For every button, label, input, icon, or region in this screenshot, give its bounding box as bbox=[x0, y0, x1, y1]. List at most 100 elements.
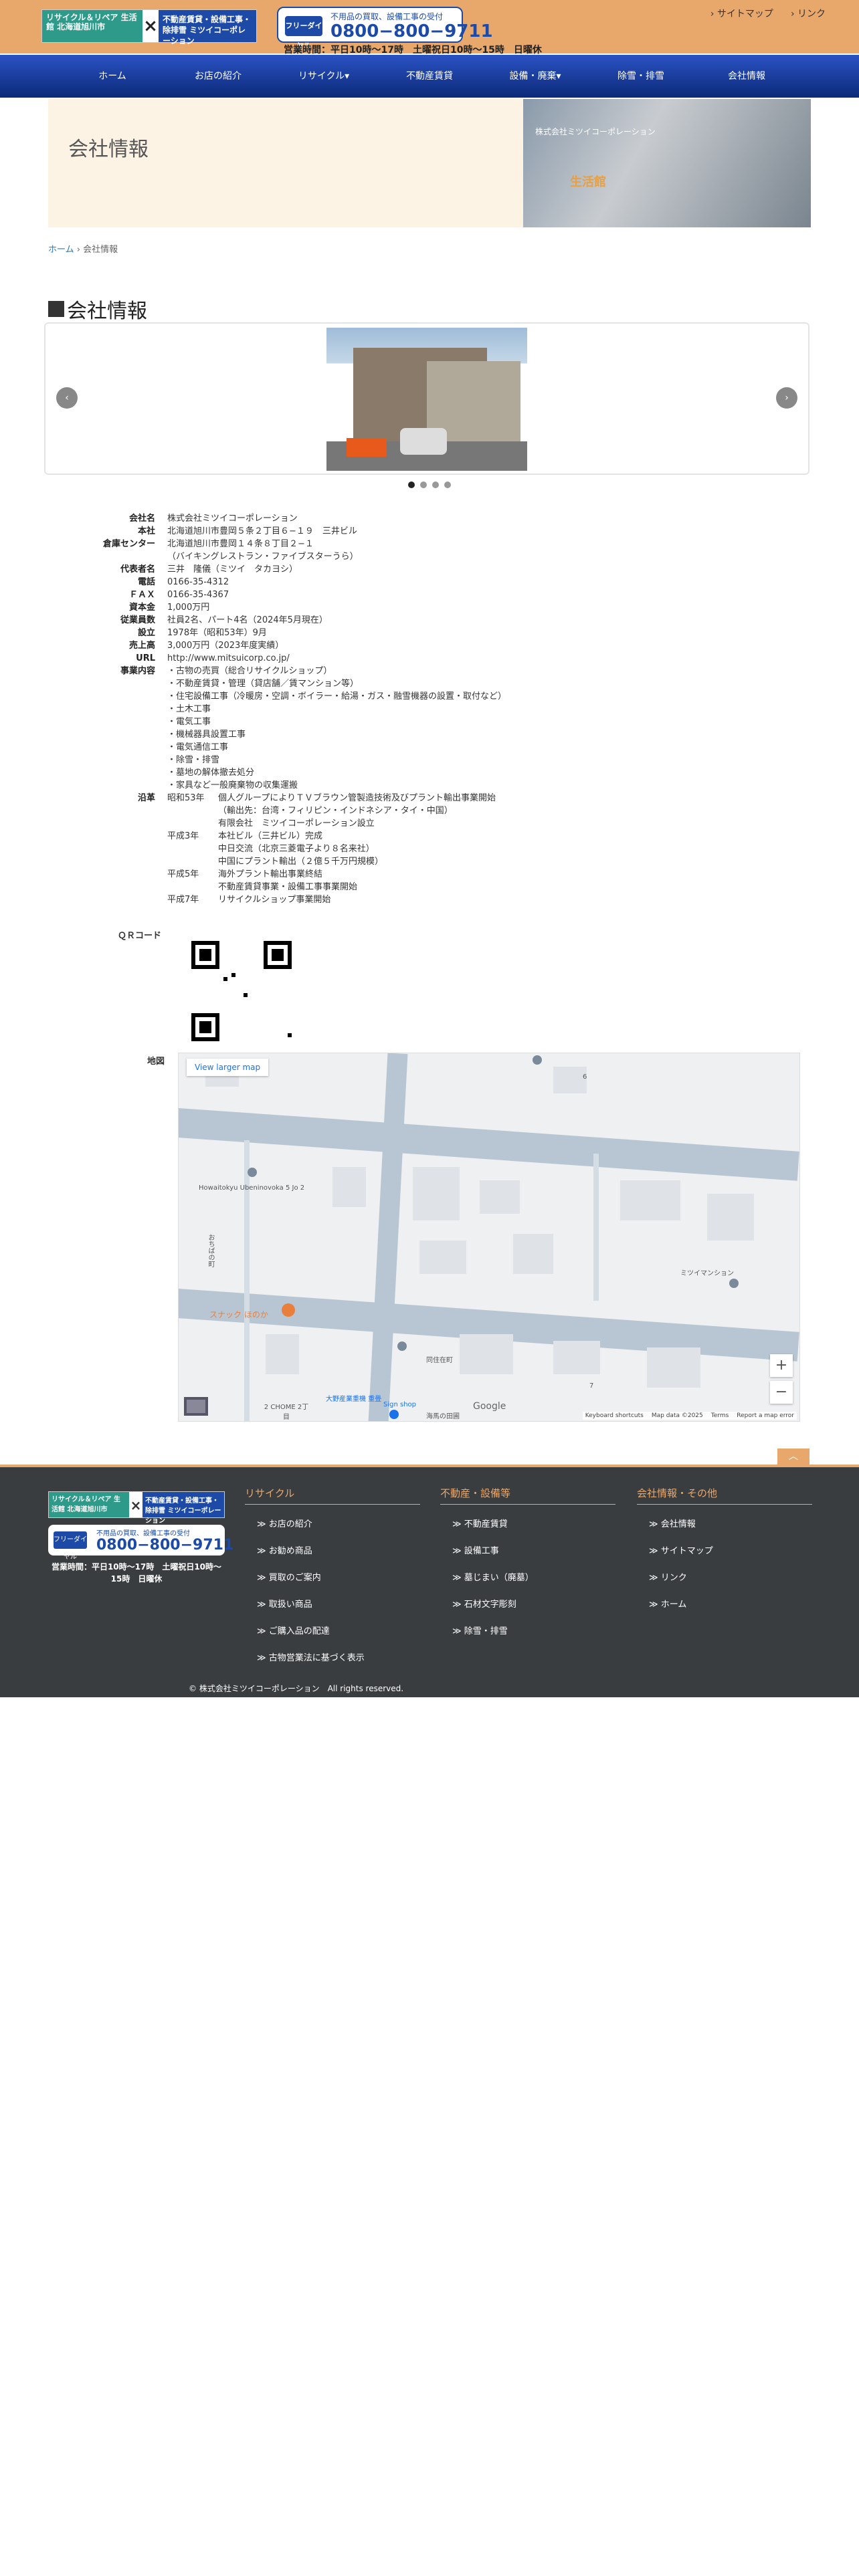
info-value: ・機械器具設置工事 bbox=[167, 730, 246, 740]
breadcrumb-sep: › bbox=[76, 245, 80, 255]
footer-link[interactable]: ≫ 石材文字彫刻 bbox=[440, 1592, 615, 1618]
zoom-out-button[interactable]: − bbox=[770, 1381, 793, 1404]
zoom-in-button[interactable]: + bbox=[770, 1354, 793, 1377]
nav-home[interactable]: ホーム bbox=[60, 55, 165, 98]
footer-link[interactable]: ≫ 古物営業法に基づく表示 bbox=[245, 1645, 420, 1672]
info-value: 三井 隆儀（ミツイ タカヨシ） bbox=[167, 564, 298, 574]
info-key bbox=[100, 893, 167, 906]
info-key bbox=[100, 779, 167, 792]
shop-pin-icon bbox=[389, 1410, 399, 1419]
footer-link[interactable]: ≫ 会社情報 bbox=[637, 1511, 812, 1538]
footer-logo[interactable]: リサイクル＆リペア 生活館 北海道旭川市 × 不動産賃貸・設備工事・除排雪 ミツ… bbox=[48, 1491, 225, 1525]
map-building bbox=[413, 1167, 460, 1220]
footer-link[interactable]: ≫ 墓じまい（廃墓） bbox=[440, 1565, 615, 1592]
slider-next-button[interactable]: › bbox=[776, 387, 797, 409]
footer: リサイクル＆リペア 生活館 北海道旭川市 × 不動産賃貸・設備工事・除排雪 ミツ… bbox=[0, 1465, 859, 1697]
section-title: 会社情報 bbox=[67, 300, 147, 323]
nav-recycle[interactable]: リサイクル▾ bbox=[271, 55, 377, 98]
footer-logo-recycle: リサイクル＆リペア 生活館 北海道旭川市 bbox=[49, 1492, 129, 1517]
footer-link[interactable]: ≫ 設備工事 bbox=[440, 1538, 615, 1565]
footer-link[interactable]: ≫ 取扱い商品 bbox=[245, 1592, 420, 1618]
top-header: リサイクル＆リペア 生活館 北海道旭川市 × 不動産賃貸・設備工事・除排雪 ミツ… bbox=[0, 0, 859, 56]
breadcrumb-home[interactable]: ホーム bbox=[48, 245, 74, 255]
info-key: 電話 bbox=[137, 577, 155, 587]
slider-dot[interactable] bbox=[420, 481, 427, 488]
slider-dot[interactable] bbox=[408, 481, 415, 488]
tel-banner[interactable]: フリーダイヤル 不用品の買取、設備工事の受付 0800−800−9711 bbox=[277, 7, 493, 50]
page-title: 会社情報 bbox=[68, 138, 149, 161]
info-key bbox=[100, 550, 167, 563]
terms-link[interactable]: Terms bbox=[711, 1412, 729, 1419]
footer-logo-cross: × bbox=[129, 1492, 142, 1517]
nav-snow[interactable]: 除雪・排雪 bbox=[588, 55, 694, 98]
footer-link[interactable]: ≫ サイトマップ bbox=[637, 1538, 812, 1565]
info-value: 株式会社ミツイコーポレーション bbox=[167, 514, 298, 524]
link-link[interactable]: › リンク bbox=[791, 7, 826, 20]
footer-link[interactable]: ≫ ホーム bbox=[637, 1592, 812, 1618]
footer-tel-banner[interactable]: フリーダイヤル 不用品の買取、設備工事の受付 0800−800−9711 bbox=[48, 1525, 233, 1561]
map-building bbox=[513, 1234, 553, 1274]
info-key bbox=[100, 716, 167, 728]
back-to-top-button[interactable]: ︿ bbox=[777, 1448, 809, 1465]
keyboard-shortcuts-link[interactable]: Keyboard shortcuts bbox=[585, 1412, 644, 1419]
footer-link[interactable]: ≫ 除雪・排雪 bbox=[440, 1618, 615, 1645]
info-value: ・墓地の解体撤去処分 bbox=[167, 768, 255, 778]
slider-dot[interactable] bbox=[444, 481, 451, 488]
nav-equipment[interactable]: 設備・廃棄▾ bbox=[482, 55, 588, 98]
history-text: 不動産賃貸事業・設備工事事業開始 bbox=[218, 882, 358, 892]
history-text: 海外プラント輸出事業終結 bbox=[218, 869, 323, 879]
map-building bbox=[647, 1348, 700, 1388]
history-entry: 昭和53年 個人グループによりＴＶブラウン管製造技術及びプラント輸出事業開始 bbox=[167, 792, 496, 804]
info-value[interactable]: http://www.mitsuicorp.co.jp/ bbox=[167, 652, 290, 665]
slide-photo bbox=[326, 328, 527, 471]
nav-realestate[interactable]: 不動産賃貸 bbox=[377, 55, 482, 98]
info-key bbox=[100, 728, 167, 741]
map-building bbox=[480, 1180, 520, 1214]
info-key bbox=[100, 703, 167, 716]
footer-link[interactable]: ≫ 不動産賃貸 bbox=[440, 1511, 615, 1538]
map-thumbnail-icon[interactable] bbox=[184, 1397, 208, 1416]
sitemap-link[interactable]: › サイトマップ bbox=[710, 7, 773, 20]
map-building bbox=[332, 1167, 366, 1207]
map-pin-icon bbox=[533, 1055, 542, 1065]
info-key bbox=[100, 830, 167, 843]
footer-hours: 営業時間：平日10時〜17時 土曜祝日10時〜15時 日曜休 bbox=[51, 1562, 222, 1584]
site-logo[interactable]: リサイクル＆リペア 生活館 北海道旭川市 × 不動産賃貸・設備工事・除排雪 ミツ… bbox=[41, 9, 257, 45]
slider-dot[interactable] bbox=[432, 481, 439, 488]
footer-logo-company: 不動産賃貸・設備工事・除排雪 ミツイコーポレーション bbox=[142, 1492, 224, 1525]
footer-link[interactable]: ≫ リンク bbox=[637, 1565, 812, 1592]
info-key bbox=[100, 868, 167, 881]
square-bullet-icon bbox=[48, 301, 64, 317]
history-entry: 平成7年 リサイクルショップ事業開始 bbox=[167, 893, 330, 906]
slider-prev-button[interactable]: ‹ bbox=[56, 387, 78, 409]
nav-company[interactable]: 会社情報 bbox=[694, 55, 799, 98]
footer-link[interactable]: ≫ 買取のご案内 bbox=[245, 1565, 420, 1592]
info-value: 1,000万円 bbox=[167, 603, 210, 613]
history-text: 中日交流（北京三菱電子より８名来社） bbox=[218, 844, 375, 854]
map-building bbox=[266, 1334, 299, 1374]
footer-column: 会社情報・その他 ≫ 会社情報 ≫ サイトマップ ≫ リンク ≫ ホーム bbox=[637, 1486, 812, 1618]
info-key bbox=[100, 754, 167, 766]
view-larger-map-link[interactable]: View larger map bbox=[187, 1059, 269, 1076]
map-label-text: 7 bbox=[589, 1382, 594, 1390]
footer-link[interactable]: ≫ お勧め商品 bbox=[245, 1538, 420, 1565]
info-key: 設立 bbox=[137, 628, 155, 638]
footer-link[interactable]: ≫ お店の紹介 bbox=[245, 1511, 420, 1538]
info-value: ・電気通信工事 bbox=[167, 742, 229, 752]
map-label-text: 海馬の田圃 bbox=[426, 1413, 460, 1420]
map-building bbox=[419, 1241, 466, 1274]
company-info-table: 会社名 株式会社ミツイコーポレーション 本社 北海道旭川市豊岡５条２丁目６−１９ 三井… bbox=[100, 512, 506, 906]
info-key bbox=[100, 741, 167, 754]
history-entry: 平成5年 海外プラント輸出事業終結 bbox=[167, 868, 322, 881]
footer-column-title: リサイクル bbox=[245, 1486, 420, 1505]
google-map[interactable]: Howaitokyu Ubeninovoka 5 Jo 2 おちばの町 6 ミツ… bbox=[178, 1053, 800, 1422]
history-entry: 中日交流（北京三菱電子より８名来社） bbox=[167, 843, 375, 855]
footer-link[interactable]: ≫ ご購入品の配達 bbox=[245, 1618, 420, 1645]
info-key bbox=[100, 855, 167, 868]
qr-label: ＱＲコード bbox=[118, 931, 162, 941]
slider-dots bbox=[0, 481, 859, 488]
report-error-link[interactable]: Report a map error bbox=[737, 1412, 794, 1419]
nav-shop[interactable]: お店の紹介 bbox=[165, 55, 271, 98]
info-value: 北海道旭川市豊岡１４条８丁目２−１ bbox=[167, 539, 314, 549]
map-label-text: 2 CHOME 2丁目 bbox=[264, 1404, 309, 1421]
